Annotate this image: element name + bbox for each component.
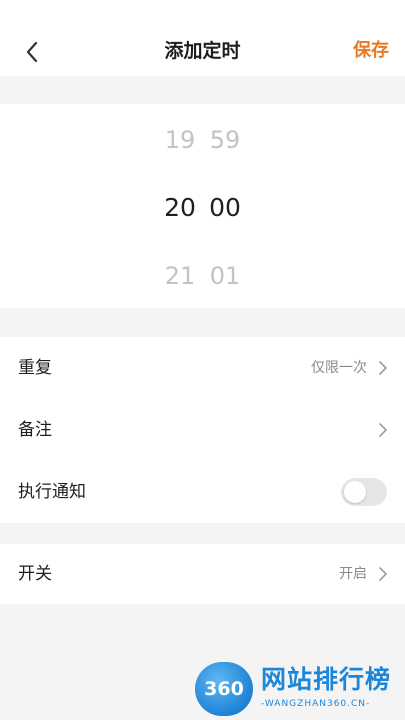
repeat-row[interactable]: 重复 仅限一次: [0, 338, 405, 398]
notify-toggle[interactable]: [341, 478, 387, 506]
minute-prev[interactable]: 59: [203, 122, 247, 158]
minute-wheel[interactable]: 59 00 01: [203, 104, 247, 308]
notify-row: 执行通知: [0, 462, 405, 522]
minute-current[interactable]: 00: [203, 190, 247, 226]
switch-value: 开启: [339, 566, 367, 582]
hour-wheel[interactable]: 19 20 21: [158, 104, 202, 308]
hour-next[interactable]: 21: [158, 258, 202, 294]
minute-next[interactable]: 01: [203, 258, 247, 294]
repeat-label: 重复: [18, 358, 52, 378]
watermark-title: 网站排行榜: [261, 665, 392, 694]
chevron-right-icon: [379, 361, 387, 375]
repeat-value: 仅限一次: [311, 360, 367, 376]
watermark: 360 网站排行榜 -WANGZHAN360.CN-: [195, 660, 400, 718]
hour-current[interactable]: 20: [158, 190, 202, 226]
toggle-knob: [344, 481, 366, 503]
switch-label: 开关: [18, 564, 52, 584]
notify-label: 执行通知: [18, 482, 86, 502]
switch-row[interactable]: 开关 开启: [0, 544, 405, 604]
watermark-badge: 360: [195, 662, 253, 716]
note-row[interactable]: 备注: [0, 400, 405, 460]
chevron-right-icon: [379, 423, 387, 437]
page-title: 添加定时: [164, 40, 241, 62]
top-bar: 添加定时 保存: [0, 0, 405, 76]
settings-group: 重复 仅限一次 备注 执行通知: [0, 337, 405, 523]
save-button[interactable]: 保存: [353, 36, 389, 66]
note-label: 备注: [18, 420, 52, 440]
time-picker[interactable]: 19 20 21 59 00 01: [0, 104, 405, 308]
watermark-subtitle: -WANGZHAN360.CN-: [261, 699, 371, 709]
chevron-right-icon: [379, 567, 387, 581]
hour-prev[interactable]: 19: [158, 122, 202, 158]
switch-group: 开关 开启: [0, 544, 405, 604]
